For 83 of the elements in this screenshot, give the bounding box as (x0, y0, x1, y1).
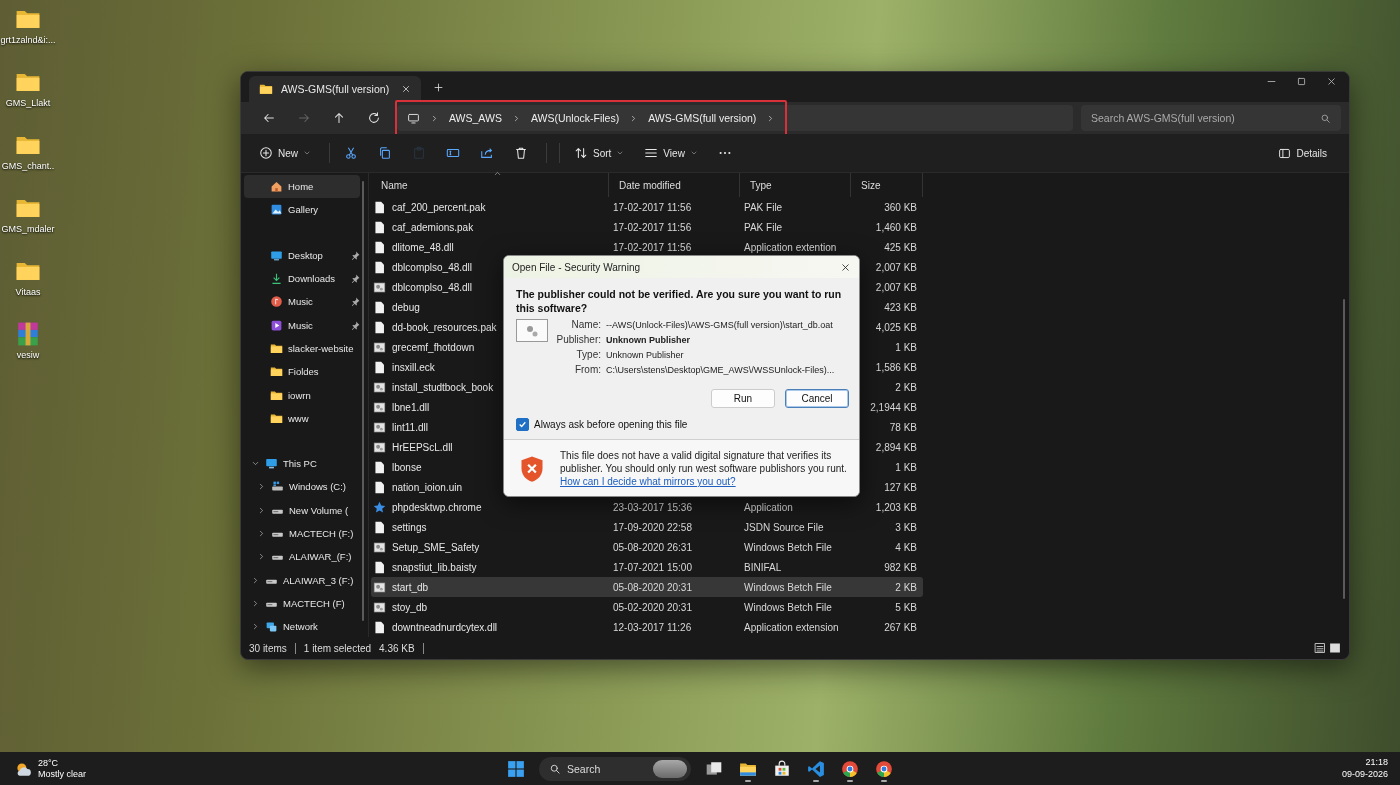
size-cell: 1 KB (895, 461, 917, 473)
size-cell: 1,586 KB (875, 361, 917, 373)
date-cell: 17-09-2020 22:58 (613, 521, 692, 533)
size-cell: 1,203 KB (875, 501, 917, 513)
file-name: nation_ioion.uin (392, 481, 463, 493)
field-label: Name: (570, 319, 601, 331)
type-cell: PAK File (744, 221, 783, 233)
date-cell: 05-08-2020 26:31 (613, 541, 692, 553)
size-cell: 360 KB (884, 201, 917, 213)
size-cell: 5 KB (895, 601, 917, 613)
field-label: From: (573, 364, 601, 376)
date-cell: 05-08-2020 20:31 (613, 581, 692, 593)
date-cell: 23-03-2017 15:36 (613, 501, 692, 513)
size-cell: 423 KB (884, 301, 917, 313)
file-name: lbonse (392, 461, 422, 473)
checkbox-label: Always ask before opening this file (534, 419, 688, 431)
file-name: caf_ademions.pak (392, 221, 474, 233)
type-cell: BINIFAL (744, 561, 782, 573)
file-name: stoy_db (392, 601, 428, 613)
type-cell: Windows Betch File (744, 601, 832, 613)
dialog-title: Open File - Security Warning (512, 261, 640, 273)
field-label: Type: (575, 349, 601, 361)
warning-heading: The publisher could not be verified. Are you sure you want to run this software? (516, 288, 843, 316)
size-cell: 1 KB (895, 341, 917, 353)
file-name: install_studtbock_book (392, 381, 494, 393)
size-cell: 425 KB (884, 241, 917, 253)
file-name: snapstiut_lib.baisty (392, 561, 477, 573)
file-name: phpdesktwp.chrome (392, 501, 482, 513)
date-cell: 17-07-2021 15:00 (613, 561, 692, 573)
type-cell: Application extention (744, 241, 837, 253)
date-cell: 17-02-2017 11:56 (613, 241, 692, 253)
file-name: insxill.eck (392, 361, 435, 373)
file-name: dblcomplso_48.dll (392, 261, 473, 273)
size-cell: 4,025 KB (875, 321, 917, 333)
size-cell: 2 KB (895, 581, 917, 593)
type-cell: PAK File (744, 201, 783, 213)
clock-date: 09-09-2026 (1341, 768, 1388, 781)
clock-time: 21:18 (1364, 756, 1388, 769)
size-cell: 3 KB (895, 521, 917, 533)
type-cell: JSDN Source File (744, 521, 824, 533)
size-cell: 127 KB (884, 481, 917, 493)
type-cell: Application (744, 501, 793, 513)
file-name: lint11.dll (392, 421, 428, 433)
size-cell: 2,007 KB (875, 261, 917, 273)
size-cell: 2,007 KB (875, 281, 917, 293)
file-name: dblcomplso_48.dll (392, 281, 473, 293)
file-name: dlitome_48.dll (392, 241, 454, 253)
file-name: Setup_SME_Safety (392, 541, 480, 553)
date-cell: 17-02-2017 11:56 (613, 201, 692, 213)
warning-text: This file does not have a valid digital signature that verifies its publisher. You should only run west software publishors you runt. How can I decide what mirrors you out? (560, 449, 847, 489)
file-name: HrEEPScL.dll (392, 441, 453, 453)
file-name: grecemf_fhotdown (392, 341, 475, 353)
file-name: dd-book_resources.pak (392, 321, 497, 333)
item-count: 30 items (249, 642, 287, 654)
field-value: C:\Users\stens\Desktop\GME_AWS\/WSSUnlock-Files)... (606, 364, 836, 375)
size-cell: 2,1944 KB (870, 401, 917, 413)
field-value: Unknown Publisher (606, 349, 685, 360)
size-cell: 4 KB (895, 541, 917, 553)
weather-condition: Mostly clear (38, 768, 86, 780)
file-name: settings (392, 521, 427, 533)
size-cell: 1,460 KB (875, 221, 917, 233)
selection-status: 1 item selected (303, 642, 372, 654)
field-value: --AWS(Unlock-Files)\AWS-GMS(full version)\start_db.oat (606, 319, 834, 330)
file-name: caf_200_percent.pak (392, 201, 486, 213)
size-cell: 267 KB (884, 621, 917, 633)
size-cell: 2 KB (895, 381, 917, 393)
field-value: Unknown Publisher (606, 334, 691, 345)
size-cell: 78 KB (889, 421, 917, 433)
type-cell: Windows Betch File (744, 541, 832, 553)
selection-size: 4.36 KB (379, 642, 415, 654)
size-cell: 982 KB (884, 561, 917, 573)
temperature: 28°C (38, 757, 60, 769)
file-name: downtneadnurdcytex.dll (392, 621, 498, 633)
file-name: debug (392, 301, 420, 313)
type-cell: Windows Betch File (744, 581, 832, 593)
file-name: lbne1.dll (392, 401, 430, 413)
date-cell: 12-03-2017 11:26 (613, 621, 692, 633)
date-cell: 05-02-2020 20:31 (613, 601, 692, 613)
file-name: start_db (392, 581, 429, 593)
field-label: Publisher: (555, 334, 601, 346)
type-cell: Application extension (744, 621, 839, 633)
date-cell: 17-02-2017 11:56 (613, 221, 692, 233)
size-cell: 2,894 KB (875, 441, 917, 453)
